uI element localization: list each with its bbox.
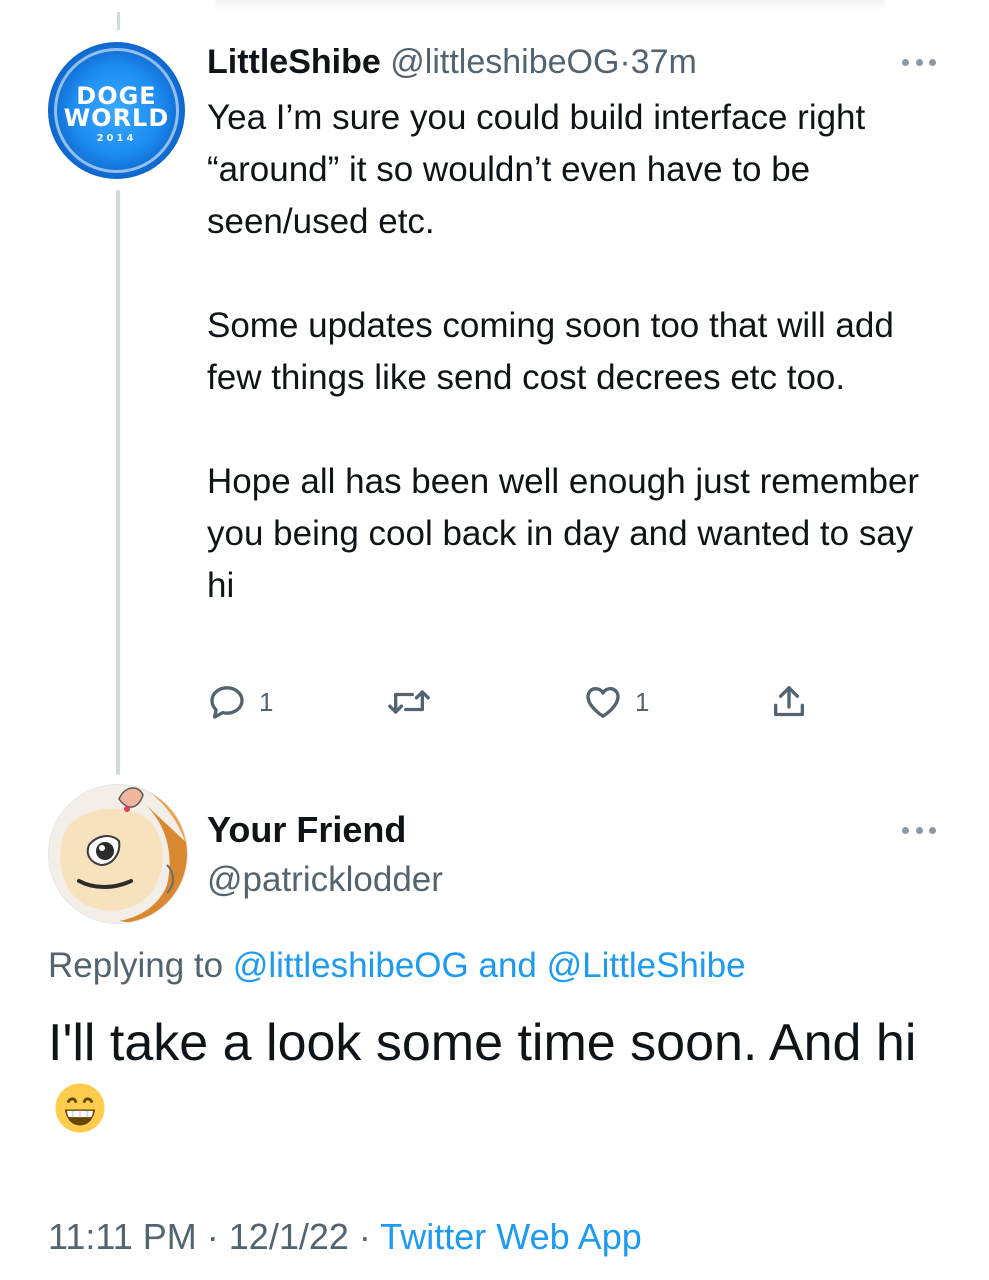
reply-button[interactable]: 1 bbox=[207, 680, 273, 724]
retweet-button[interactable] bbox=[387, 680, 431, 724]
previous-content-edge bbox=[215, 0, 885, 10]
reply-icon bbox=[210, 686, 244, 719]
reply-count: 1 bbox=[259, 686, 274, 717]
replying-to-line: Replying to @littleshibeOG and @LittleSh… bbox=[48, 944, 746, 988]
meta-separator: · bbox=[206, 1216, 219, 1257]
tweet1-more-icon[interactable] bbox=[902, 56, 936, 68]
meta-separator: · bbox=[358, 1216, 371, 1257]
share-button[interactable] bbox=[769, 680, 809, 724]
tweet2-body: I'll take a look some time soon. And hi bbox=[48, 1010, 948, 1142]
replying-mention-2[interactable]: @LittleShibe bbox=[547, 946, 746, 985]
logo-world-text: WORLD bbox=[63, 104, 170, 132]
tweet-thread: DOGE WORLD 2014 LittleShibe @littleshibe… bbox=[0, 0, 989, 1280]
tweet2-more-icon[interactable] bbox=[902, 824, 936, 836]
tweet2-metadata: 11:11 PM · 12/1/22 · Twitter Web App bbox=[48, 1212, 642, 1262]
like-button[interactable]: 1 bbox=[583, 680, 649, 724]
replying-mention-1[interactable]: @littleshibeOG bbox=[233, 946, 469, 985]
logo-year-text: 2014 bbox=[96, 133, 137, 144]
tweet1-separator: · bbox=[619, 43, 631, 81]
tweet1-paragraph: Hope all has been well enough just remem… bbox=[207, 462, 920, 605]
tweet2-time[interactable]: 11:11 PM bbox=[48, 1216, 197, 1257]
share-icon bbox=[774, 686, 804, 717]
shiba-avatar-illustration bbox=[49, 785, 187, 923]
like-icon bbox=[586, 687, 620, 718]
avatar-littleshibe[interactable]: DOGE WORLD 2014 bbox=[48, 42, 185, 179]
tweet1-header: LittleShibe @littleshibeOG·37m bbox=[207, 40, 697, 84]
tweet2-author-name[interactable]: Your Friend bbox=[207, 808, 406, 852]
tweet2-author-handle[interactable]: @patricklodder bbox=[207, 858, 443, 902]
tweet2-source[interactable]: Twitter Web App bbox=[380, 1216, 641, 1257]
grinning-face-emoji-icon bbox=[55, 1083, 105, 1133]
tweet2-date[interactable]: 12/1/22 bbox=[229, 1216, 349, 1257]
replying-prefix: Replying to bbox=[48, 946, 224, 985]
avatar-your-friend[interactable] bbox=[48, 784, 188, 924]
tweet1-body: Yea I’m sure you could build interface r… bbox=[207, 92, 947, 612]
tweet1-action-bar: 1 1 bbox=[207, 680, 827, 724]
tweet1-author-name[interactable]: LittleShibe bbox=[207, 43, 381, 81]
thread-connector-top bbox=[117, 12, 120, 30]
replying-and[interactable]: and bbox=[478, 946, 536, 985]
tweet1-author-handle[interactable]: @littleshibeOG bbox=[390, 43, 619, 81]
retweet-icon bbox=[388, 690, 430, 714]
like-count: 1 bbox=[635, 686, 650, 717]
tweet1-time[interactable]: 37m bbox=[631, 43, 697, 81]
tweet1-paragraph: Some updates coming soon too that will a… bbox=[207, 306, 894, 397]
thread-connector-line bbox=[116, 190, 120, 775]
tweet2-body-text: I'll take a look some time soon. And hi bbox=[48, 1014, 917, 1072]
tweet1-paragraph: Yea I’m sure you could build interface r… bbox=[207, 98, 866, 241]
